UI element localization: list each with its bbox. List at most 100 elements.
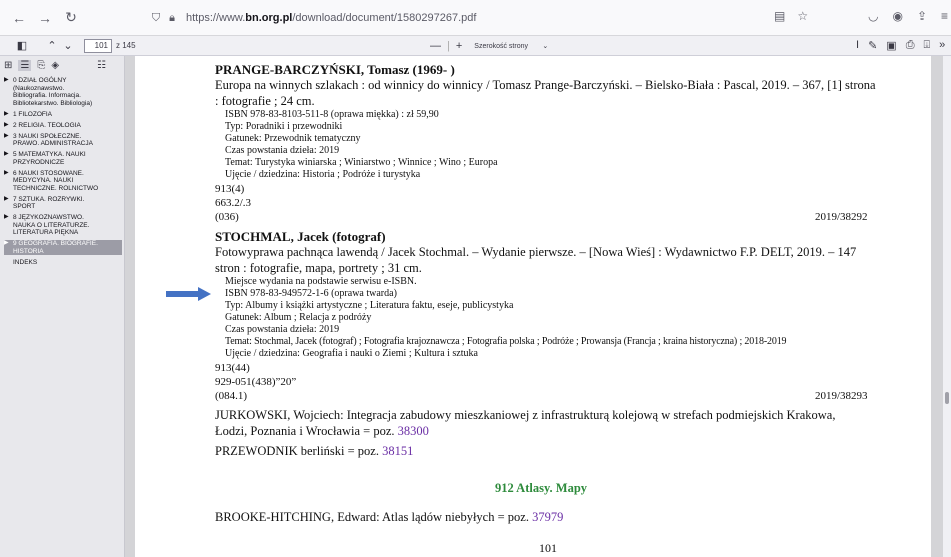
scrollbar-thumb[interactable] [945, 392, 949, 404]
entry-detail: Ujęcie / dziedzina: Historia ; Podróże i… [225, 169, 421, 180]
classification: 663.2/.3 [215, 197, 252, 209]
browser-right-icons: ◡ ◉ ⇪ ≡ [868, 9, 948, 23]
reference-link[interactable]: 38151 [382, 444, 413, 458]
menu-icon[interactable]: ≡ [941, 9, 948, 23]
outline-list: ▶ 0 DZIAŁ OGÓLNY (Naukoznawstwo. Bibliograf… [0, 74, 124, 266]
url-text[interactable]: https://www.bn.org.pl/download/document/… [186, 12, 476, 24]
outline-item-label: 6 NAUKI STOSOWANE. MEDYCYNA. NAUKI TECHNIC… [13, 169, 99, 192]
entry-heading: PRANGE-BARCZYŃSKI, Tomasz (1969- ) [215, 62, 455, 77]
outline-sidebar: ⊞ ☰ ⎘ ◈ ☷ ▶ 0 DZIAŁ OGÓLNY (Naukoznawstwo.… [0, 56, 125, 557]
page-count: z 145 [116, 41, 136, 50]
lock-icon[interactable]: 🔒︎ [164, 12, 180, 25]
zoom-out-button[interactable]: — [430, 40, 441, 52]
forward-arrow-icon[interactable]: → [34, 7, 56, 29]
reference-link[interactable]: 37979 [532, 510, 563, 524]
zoom-in-button[interactable]: + [456, 40, 462, 52]
zoom-select[interactable]: Szerokość strony ⌄ [468, 39, 554, 53]
classification: (036) [215, 211, 239, 223]
url-action-icons: ▤ ☆ [774, 9, 808, 23]
zoom-controls: — | + Szerokość strony ⌄ [430, 39, 554, 53]
expand-triangle-icon[interactable]: ▶ [4, 214, 13, 222]
draw-icon[interactable]: ✎ [868, 39, 877, 52]
text-tool-icon[interactable]: I [856, 39, 859, 52]
shield-icon[interactable]: ⛉ [148, 12, 164, 25]
scrollbar[interactable] [943, 56, 951, 557]
save-icon[interactable]: ⍗ [924, 39, 931, 52]
expand-triangle-icon[interactable]: ▶ [4, 170, 13, 178]
entry-detail: Gatunek: Album ; Relacja z podróży [225, 312, 372, 323]
cross-reference: JURKOWSKI, Wojciech: Integracja zabudowy… [215, 408, 836, 422]
pdf-tools: I ✎ ▣ ⎙ ⍗ » [856, 39, 945, 52]
chevron-down-icon: ⌄ [542, 43, 549, 50]
entry-detail: Temat: Turystyka winiarska ; Winiarstwo … [225, 157, 498, 168]
layers-icon[interactable]: ◈ [51, 60, 59, 71]
outline-item[interactable]: ▶ 0 DZIAŁ OGÓLNY (Naukoznawstwo. Bibliograf… [4, 77, 124, 107]
entry-number: 2019/38293 [815, 390, 868, 402]
page-number: 101 [539, 541, 557, 555]
page-number-input[interactable]: 101 [84, 39, 112, 53]
pocket-icon[interactable]: ◡ [868, 9, 878, 23]
entry-title: Fotowyprawa pachnąca lawendą / Jacek Sto… [215, 245, 857, 259]
image-icon[interactable]: ▣ [886, 39, 896, 52]
cross-reference: PRZEWODNIK berliński = poz. 38151 [215, 444, 414, 458]
entry-detail: ISBN 978-83-8103-511-8 (oprawa miękka) :… [225, 109, 439, 120]
entry-title: Europa na winnych szlakach : od winnicy … [215, 78, 876, 92]
outline-icon[interactable]: ☰ [18, 59, 32, 71]
classification: 913(44) [215, 362, 250, 374]
expand-triangle-icon[interactable]: ▶ [4, 240, 13, 248]
outline-item-label: 7 SZTUKA. ROZRYWKI. SPORT [13, 195, 85, 211]
classification: (084.1) [215, 390, 248, 402]
entry-title: : fotografie ; 24 cm. [215, 94, 315, 108]
reader-view-icon[interactable]: ▤ [774, 9, 785, 23]
entry-detail: Miejsce wydania na podstawie serwisu e-I… [225, 276, 417, 287]
expand-triangle-icon[interactable]: ▶ [4, 122, 13, 130]
share-icon[interactable]: ⇪ [917, 9, 927, 23]
entry-detail: Typ: Albumy i książki artystyczne ; Lite… [225, 300, 514, 311]
reference-link[interactable]: 38300 [398, 424, 429, 438]
outline-item-label: 8 JĘZYKOZNAWSTWO. NAUKA O LITERATURZE. LIT… [13, 214, 90, 236]
nav-buttons: ← → ↻ [8, 7, 82, 29]
outline-item[interactable]: ▶ 7 SZTUKA. ROZRYWKI. SPORT [4, 196, 124, 211]
outline-item[interactable]: ▶ 1 FILOZOFIA [4, 111, 124, 119]
outline-item[interactable]: ▶ 3 NAUKI SPOŁECZNE. PRAWO. ADMINISTRACJA [4, 133, 124, 148]
outline-item-label: 2 RELIGIA. TEOLOGIA [13, 121, 81, 129]
expand-outline-icon[interactable]: ☷ [97, 60, 106, 71]
entry-detail: Czas powstania dzieła: 2019 [225, 324, 340, 335]
url-bar[interactable]: ⛉ 🔒︎ https://www.bn.org.pl/download/docu… [146, 6, 951, 30]
entry-number: 2019/38292 [815, 211, 868, 223]
bookmark-star-icon[interactable]: ☆ [797, 9, 808, 23]
more-tools-icon[interactable]: » [939, 39, 945, 52]
expand-triangle-icon[interactable]: ▶ [4, 196, 13, 204]
reload-icon[interactable]: ↻ [60, 7, 82, 29]
print-icon[interactable]: ⎙ [906, 39, 915, 52]
outline-item[interactable]: ▶ 8 JĘZYKOZNAWSTWO. NAUKA O LITERATURZE. LI… [4, 214, 124, 237]
outline-item-label: 1 FILOZOFIA [13, 110, 53, 118]
outline-item-label: INDEKS [13, 258, 38, 266]
entry-detail: Ujęcie / dziedzina: Geografia i nauki o … [225, 348, 478, 359]
classification: 913(4) [215, 183, 245, 195]
sidebar-toggle-icon[interactable]: ◧ [14, 39, 30, 52]
attachments-icon[interactable]: ⎘ [37, 60, 45, 71]
expand-triangle-icon[interactable]: ▶ [4, 111, 13, 119]
document-viewer[interactable]: PRANGE-BARCZYŃSKI, Tomasz (1969- ) Europ… [125, 56, 943, 557]
back-arrow-icon[interactable]: ← [8, 7, 30, 29]
outline-item-label: 3 NAUKI SPOŁECZNE. PRAWO. ADMINISTRACJA [13, 132, 93, 148]
expand-triangle-icon[interactable]: ▶ [4, 151, 13, 159]
outline-item[interactable]: ▶ 5 MATEMATYKA. NAUKI PRZYRODNICZE [4, 151, 124, 166]
previous-page-icon[interactable]: ⌃ [44, 39, 60, 52]
expand-triangle-icon[interactable]: ▶ [4, 133, 13, 141]
outline-item[interactable]: INDEKS [4, 259, 124, 267]
expand-triangle-icon[interactable]: ▶ [4, 77, 13, 85]
pdf-toolbar: ◧ ⌃ ⌄ 101 z 145 — | + Szerokość strony ⌄… [0, 36, 951, 56]
thumbnails-icon[interactable]: ⊞ [4, 60, 12, 71]
account-icon[interactable]: ◉ [892, 9, 902, 23]
next-page-icon[interactable]: ⌄ [60, 39, 76, 52]
outline-item[interactable]: ▶ 2 RELIGIA. TEOLOGIA [4, 122, 124, 130]
entry-detail: Gatunek: Przewodnik tematyczny [225, 133, 361, 144]
outline-item[interactable]: ▶ 6 NAUKI STOSOWANE. MEDYCYNA. NAUKI TECHNI… [4, 170, 124, 193]
entry-heading: STOCHMAL, Jacek (fotograf) [215, 229, 386, 244]
outline-item[interactable]: ▶ 9 GEOGRAFIA. BIOGRAFIE. HISTORIA [4, 240, 122, 255]
cross-reference: BROOKE-HITCHING, Edward: Atlas lądów nie… [215, 510, 564, 524]
outline-item-label: 5 MATEMATYKA. NAUKI PRZYRODNICZE [13, 151, 86, 166]
pdf-page: PRANGE-BARCZYŃSKI, Tomasz (1969- ) Europ… [135, 56, 931, 557]
